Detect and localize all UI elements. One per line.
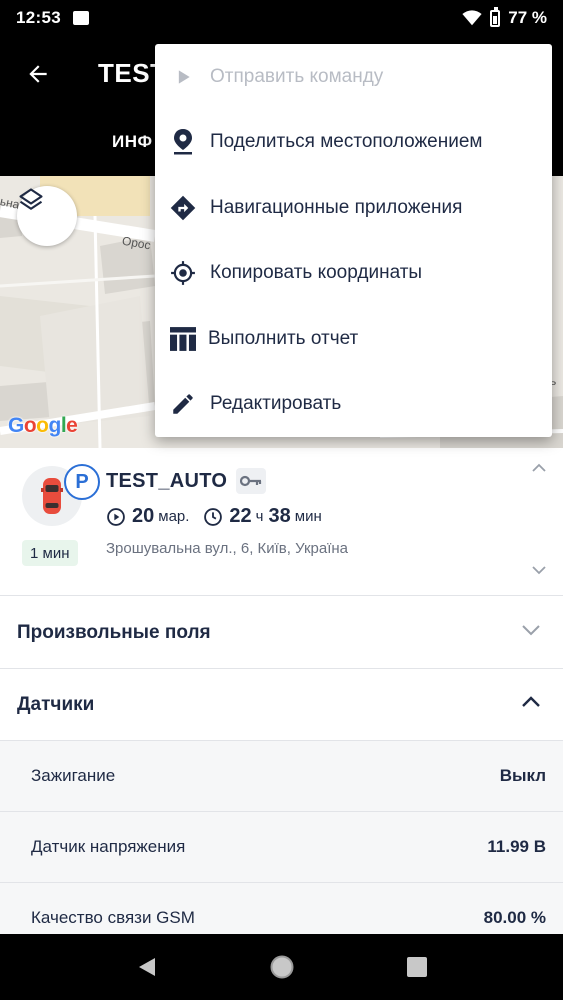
menu-item-navigation-apps[interactable]: Навигационные приложения [155,175,552,241]
sensor-label: Качество связи GSM [31,908,195,927]
sensor-row-ignition[interactable]: Зажигание Выкл [0,741,563,812]
map-layers-button[interactable] [17,186,77,246]
section-title: Датчики [17,693,95,715]
arrow-back-icon [29,65,47,83]
menu-item-label: Отправить команду [210,65,384,87]
car-icon [41,478,63,514]
section-title: Произвольные поля [17,621,211,643]
sensor-value: 11.99 В [487,837,546,856]
pencil-icon [169,390,197,418]
wifi-icon [462,10,482,26]
location-pin-icon [169,128,197,156]
data-age-badge: 1 мин [22,540,78,566]
status-right: 77 % [462,6,547,28]
duration-minutes: 38 [268,505,291,527]
status-bar: 12:53 77 % [0,0,563,36]
chevron-up-icon [522,696,540,707]
date-month: мар. [158,508,190,525]
hours-unit: ч [255,508,264,525]
menu-item-send-command[interactable]: Отправить команду [155,44,552,110]
vehicle-card[interactable]: P TEST_AUTO 20 мар. 22 ч 38 мин 1 мин Зр… [0,448,563,596]
key-icon [240,475,262,487]
play-circle-icon [107,507,125,526]
vehicle-stats: 20 мар. 22 ч 38 мин [106,505,327,528]
clock-icon [204,507,223,526]
gps-target-icon [169,259,197,287]
table-icon [169,325,197,353]
directions-icon [169,194,197,222]
menu-item-copy-coordinates[interactable]: Копировать координаты [155,241,552,307]
minutes-unit: мин [294,508,322,525]
nav-home-icon[interactable] [269,954,295,980]
menu-item-run-report[interactable]: Выполнить отчет [155,306,552,372]
battery-icon [490,6,501,27]
vehicle-address: Зрошувальна вул., 6, Київ, Україна [106,540,349,557]
back-button[interactable] [20,56,56,92]
chevron-up-icon[interactable] [531,462,547,474]
nav-back-icon[interactable] [135,955,159,979]
nav-recents-icon[interactable] [406,956,428,978]
battery-level: 77 % [508,8,547,27]
status-time: 12:53 [16,8,61,27]
vehicle-name: TEST_AUTO [106,470,228,492]
parking-badge: P [64,464,100,500]
image-notification-icon [72,11,89,25]
section-sensors[interactable]: Датчики [0,669,563,741]
layers-icon [19,188,43,210]
menu-item-label: Поделиться местоположением [210,131,483,153]
menu-item-label: Выполнить отчет [208,327,359,349]
chevron-down-icon [522,625,540,636]
duration-hours: 22 [229,505,252,527]
google-logo: Google [8,414,78,437]
sensor-value: Выкл [499,766,546,785]
sensor-value: 80.00 % [483,908,546,927]
overflow-menu: Отправить команду Поделиться местоположе… [155,44,552,437]
date-day: 20 [132,505,155,527]
sensor-row-voltage[interactable]: Датчик напряжения 11.99 В [0,812,563,883]
menu-item-label: Копировать координаты [210,262,423,284]
chevron-down-icon[interactable] [531,564,547,576]
system-nav-bar [0,934,563,1000]
play-icon [169,63,197,91]
sensor-label: Зажигание [31,766,116,785]
key-badge [236,468,266,494]
menu-item-label: Редактировать [210,393,342,415]
tab-info[interactable]: ИНФ [112,132,153,152]
section-custom-fields[interactable]: Произвольные поля [0,597,563,669]
menu-item-edit[interactable]: Редактировать [155,372,552,438]
sensor-label: Датчик напряжения [31,837,186,856]
menu-item-label: Навигационные приложения [210,196,463,218]
menu-item-share-location[interactable]: Поделиться местоположением [155,110,552,176]
